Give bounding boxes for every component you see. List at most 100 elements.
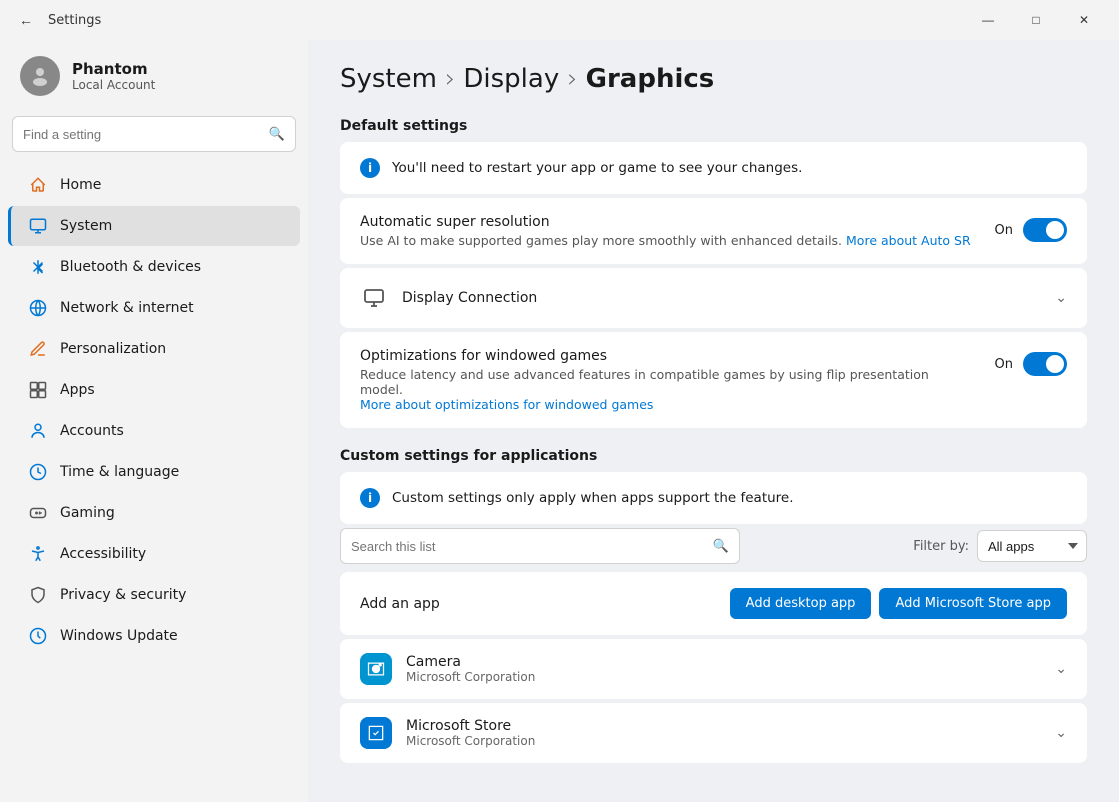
app-info-0: Camera Microsoft Corporation xyxy=(406,654,1055,684)
windowed-games-row: Optimizations for windowed games Reduce … xyxy=(340,332,1087,428)
privacy-icon xyxy=(28,585,48,605)
window-controls: — □ ✕ xyxy=(965,5,1107,35)
custom-info-banner: i Custom settings only apply when apps s… xyxy=(340,472,1087,524)
custom-info-icon: i xyxy=(360,488,380,508)
app-company-1: Microsoft Corporation xyxy=(406,734,1055,748)
search-apps-icon: 🔍 xyxy=(713,539,729,554)
system-icon xyxy=(28,216,48,236)
sidebar-item-bluetooth[interactable]: Bluetooth & devices xyxy=(8,247,300,287)
network-icon xyxy=(28,298,48,318)
windowed-games-title: Optimizations for windowed games xyxy=(360,348,975,364)
sidebar-item-apps[interactable]: Apps xyxy=(8,370,300,410)
search-input[interactable] xyxy=(23,127,269,142)
add-app-label: Add an app xyxy=(360,596,730,612)
search-apps-input[interactable] xyxy=(351,539,713,554)
filter-row: Filter by: All apps Games Apps xyxy=(913,530,1087,562)
display-connection-row[interactable]: Display Connection ⌄ xyxy=(340,268,1087,328)
user-profile: Phantom Local Account xyxy=(0,40,308,116)
search-filter-row: 🔍 Filter by: All apps Games Apps xyxy=(340,528,1087,564)
app-name-0: Camera xyxy=(406,654,1055,670)
time-icon xyxy=(28,462,48,482)
custom-settings-title: Custom settings for applications xyxy=(340,448,1087,464)
sidebar-item-system[interactable]: System xyxy=(8,206,300,246)
auto-sr-row: Automatic super resolution Use AI to mak… xyxy=(340,198,1087,264)
bluetooth-icon xyxy=(28,257,48,277)
sidebar-item-label-privacy: Privacy & security xyxy=(60,587,186,603)
sidebar-item-label-network: Network & internet xyxy=(60,300,194,316)
add-desktop-app-button[interactable]: Add desktop app xyxy=(730,588,872,619)
custom-info-text: Custom settings only apply when apps sup… xyxy=(392,490,794,506)
user-info: Phantom Local Account xyxy=(72,60,155,92)
sidebar-item-accounts[interactable]: Accounts xyxy=(8,411,300,451)
app-item[interactable]: Microsoft Store Microsoft Corporation ⌄ xyxy=(340,703,1087,763)
sidebar-item-label-personalization: Personalization xyxy=(60,341,166,357)
breadcrumb: System › Display › Graphics xyxy=(340,64,1087,94)
app-icon-1 xyxy=(360,717,392,749)
sidebar-item-label-windows-update: Windows Update xyxy=(60,628,178,644)
sidebar-item-label-accounts: Accounts xyxy=(60,423,124,439)
sidebar-item-accessibility[interactable]: Accessibility xyxy=(8,534,300,574)
auto-sr-toggle-control: On xyxy=(995,218,1067,242)
main-content: System › Display › Graphics Default sett… xyxy=(308,40,1119,802)
sidebar-item-home[interactable]: Home xyxy=(8,165,300,205)
auto-sr-link[interactable]: More about Auto SR xyxy=(846,233,971,248)
sidebar-item-label-gaming: Gaming xyxy=(60,505,115,521)
breadcrumb-display: Display xyxy=(463,64,559,94)
accessibility-icon xyxy=(28,544,48,564)
sidebar: Phantom Local Account 🔍 Home System Blue… xyxy=(0,40,308,802)
windowed-games-desc-text: Reduce latency and use advanced features… xyxy=(360,367,929,397)
window-title: Settings xyxy=(48,13,957,28)
chevron-down-icon: ⌄ xyxy=(1055,290,1067,306)
back-button[interactable]: ← xyxy=(12,6,40,34)
apps-icon xyxy=(28,380,48,400)
auto-sr-toggle-label: On xyxy=(995,223,1013,238)
sidebar-item-label-bluetooth: Bluetooth & devices xyxy=(60,259,201,275)
sidebar-item-personalization[interactable]: Personalization xyxy=(8,329,300,369)
search-box[interactable]: 🔍 xyxy=(12,116,296,152)
user-name: Phantom xyxy=(72,60,155,78)
sidebar-item-label-home: Home xyxy=(60,177,101,193)
sidebar-item-gaming[interactable]: Gaming xyxy=(8,493,300,533)
windowed-games-desc: Reduce latency and use advanced features… xyxy=(360,367,975,412)
avatar xyxy=(20,56,60,96)
default-settings-title: Default settings xyxy=(340,118,1087,134)
app-icon-0 xyxy=(360,653,392,685)
add-app-buttons: Add desktop app Add Microsoft Store app xyxy=(730,588,1067,619)
windowed-games-link[interactable]: More about optimizations for windowed ga… xyxy=(360,397,653,412)
display-icon xyxy=(360,284,388,312)
search-icon: 🔍 xyxy=(269,127,285,142)
search-apps-box[interactable]: 🔍 xyxy=(340,528,740,564)
home-icon xyxy=(28,175,48,195)
add-store-app-button[interactable]: Add Microsoft Store app xyxy=(879,588,1067,619)
info-icon: i xyxy=(360,158,380,178)
add-app-row: Add an app Add desktop app Add Microsoft… xyxy=(340,572,1087,635)
info-banner-restart: i You'll need to restart your app or gam… xyxy=(340,142,1087,194)
breadcrumb-sep2: › xyxy=(567,64,577,94)
close-button[interactable]: ✕ xyxy=(1061,5,1107,35)
sidebar-item-label-time: Time & language xyxy=(60,464,179,480)
sidebar-item-privacy[interactable]: Privacy & security xyxy=(8,575,300,615)
sidebar-item-windows-update[interactable]: Windows Update xyxy=(8,616,300,656)
filter-select[interactable]: All apps Games Apps xyxy=(977,530,1087,562)
windowed-games-toggle[interactable] xyxy=(1023,352,1067,376)
custom-settings-section: Custom settings for applications i Custo… xyxy=(340,448,1087,763)
app-item[interactable]: Camera Microsoft Corporation ⌄ xyxy=(340,639,1087,699)
app-name-1: Microsoft Store xyxy=(406,718,1055,734)
app-list: Camera Microsoft Corporation ⌄ Microsoft… xyxy=(340,639,1087,763)
breadcrumb-sep1: › xyxy=(445,64,455,94)
maximize-button[interactable]: □ xyxy=(1013,5,1059,35)
auto-sr-toggle[interactable] xyxy=(1023,218,1067,242)
minimize-button[interactable]: — xyxy=(965,5,1011,35)
breadcrumb-system: System xyxy=(340,64,437,94)
sidebar-item-network[interactable]: Network & internet xyxy=(8,288,300,328)
gaming-icon xyxy=(28,503,48,523)
windowed-games-toggle-label: On xyxy=(995,357,1013,372)
nav-list: Home System Bluetooth & devices Network … xyxy=(0,164,308,657)
info-text-restart: You'll need to restart your app or game … xyxy=(392,160,802,176)
user-subtitle: Local Account xyxy=(72,78,155,92)
accounts-icon xyxy=(28,421,48,441)
sidebar-item-time[interactable]: Time & language xyxy=(8,452,300,492)
auto-sr-content: Automatic super resolution Use AI to mak… xyxy=(360,214,975,248)
personalization-icon xyxy=(28,339,48,359)
title-bar: ← Settings — □ ✕ xyxy=(0,0,1119,40)
